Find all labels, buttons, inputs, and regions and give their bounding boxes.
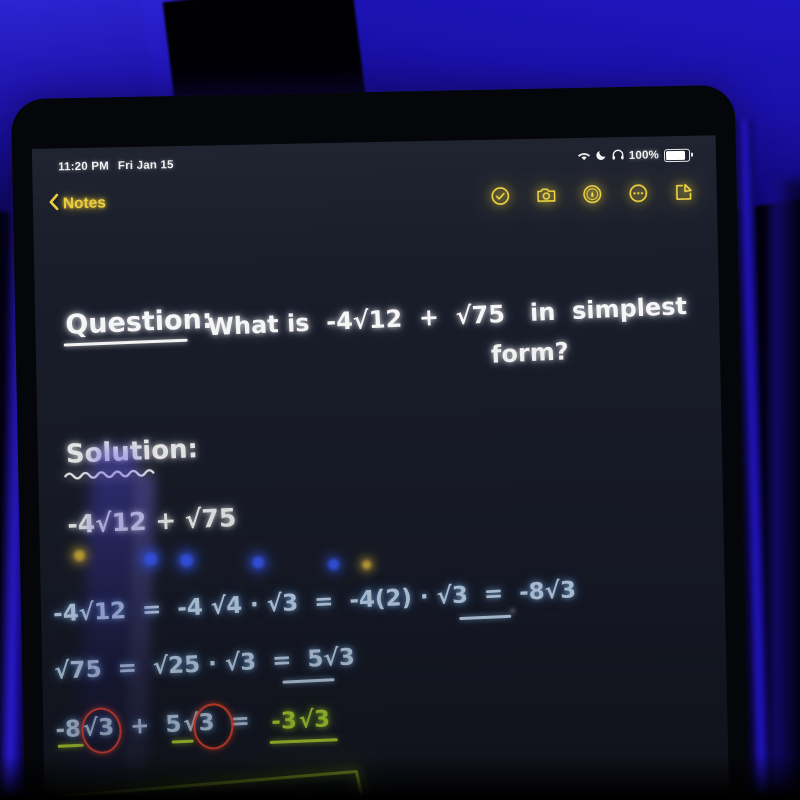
step-3-coef2-underline — [171, 739, 194, 744]
note-toolbar — [490, 181, 695, 206]
checkmark-circle-icon[interactable] — [490, 185, 511, 206]
moon-icon — [596, 149, 607, 163]
wifi-icon — [577, 150, 591, 164]
step3-coef-2: 5 — [164, 711, 183, 738]
step3-result-coef: -3 — [270, 707, 298, 736]
headphones-icon — [612, 149, 624, 163]
scene-bottom-vignette — [0, 755, 800, 800]
handwriting-canvas[interactable]: Question: What is -4√12 + √75 in simples… — [33, 219, 729, 800]
nav-bar: Notes — [32, 169, 717, 227]
question-line-1: What is -4√12 + √75 in simplest — [206, 291, 688, 342]
status-time: 11:20 PM — [58, 160, 110, 174]
step-3-coef1-underline — [57, 743, 84, 748]
step-1-result-underline — [459, 614, 512, 620]
battery-percent: 100% — [628, 149, 660, 162]
more-ellipsis-circle-icon[interactable] — [628, 182, 649, 203]
circled-radical-term-2 — [192, 702, 235, 751]
step3-coef-1: -8 — [54, 716, 82, 744]
battery-icon — [663, 148, 691, 162]
circled-radical-term-1 — [79, 705, 124, 756]
solution-step-3-result: -33 — [270, 706, 331, 736]
back-to-notes-button[interactable]: Notes — [49, 192, 107, 215]
step-2-result-underline — [282, 678, 335, 684]
question-label: Question: — [64, 303, 214, 341]
step3-result-radical: 3 — [296, 706, 330, 734]
notes-app-screen: 11:20 PM Fri Jan 15 100% Notes Question:… — [31, 135, 730, 800]
solution-step-1: -4√12 = -4 √4 · √3 = -4(2) · √3 = -8√3 — [52, 577, 577, 628]
question-line-2: form? — [490, 337, 570, 369]
step3-plus: + — [129, 712, 151, 740]
solution-expression: -4√12 + √75 — [66, 502, 237, 540]
photo-scene: 11:20 PM Fri Jan 15 100% Notes Question:… — [0, 0, 800, 800]
solution-label: Solution: — [65, 434, 199, 470]
tablet-device: 11:20 PM Fri Jan 15 100% Notes Question:… — [10, 84, 750, 800]
ambient-glow-right — [770, 180, 800, 800]
markup-pen-circle-icon[interactable] — [582, 183, 603, 204]
chevron-left-icon — [49, 193, 59, 215]
solution-squiggle-underline — [64, 465, 158, 481]
solution-step-2: √75 = √25 · √3 = 5√3 — [53, 644, 356, 685]
camera-icon[interactable] — [536, 184, 557, 205]
step-3-result-underline — [269, 738, 338, 744]
back-button-label: Notes — [62, 194, 107, 213]
status-date: Fri Jan 15 — [117, 159, 174, 173]
compose-icon[interactable] — [674, 181, 695, 202]
